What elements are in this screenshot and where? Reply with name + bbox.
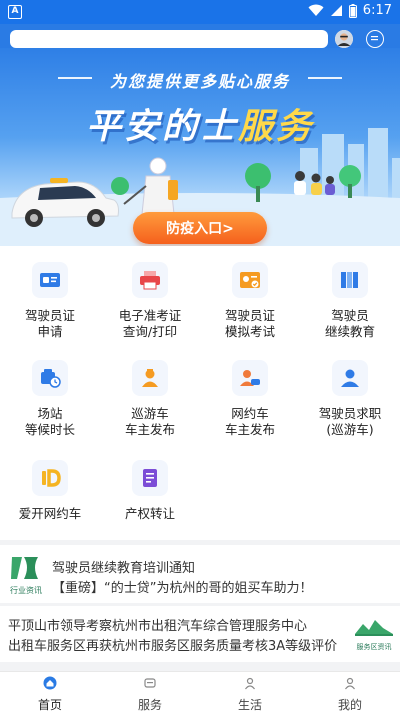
tab-service[interactable]: 服务 — [100, 676, 200, 711]
service-cruise-taxi-owner-post[interactable]: 巡游车 车主发布 — [100, 360, 200, 438]
service-ikai-ride-hailing[interactable]: 爱开网约车 — [0, 460, 100, 522]
service-area-logo-label: 服务区资讯 — [356, 643, 392, 651]
status-time: 6:17 — [362, 3, 392, 18]
service-e-admission-print[interactable]: 电子准考证 查询/打印 — [100, 262, 200, 340]
title-transfer-icon — [132, 460, 168, 496]
service-label: 驾驶员 继续教育 — [324, 308, 375, 339]
profile-icon — [345, 677, 355, 690]
exam-card-icon — [232, 262, 268, 298]
message-button[interactable] — [366, 30, 384, 48]
life-icon — [245, 677, 255, 690]
service-label: 爱开网约车 — [18, 506, 82, 521]
service-station-wait-time[interactable]: 场站 等候时长 — [0, 360, 100, 438]
ikai-logo-icon — [32, 460, 68, 496]
signal-icon — [330, 5, 342, 16]
tab-label: 首页 — [37, 698, 62, 711]
battery-icon — [348, 3, 357, 18]
tab-label: 我的 — [337, 698, 362, 711]
epidemic-prevention-button[interactable]: 防疫入口> — [133, 212, 267, 244]
tab-home[interactable]: 首页 — [0, 676, 100, 711]
service-driver-job-seeking[interactable]: 驾驶员求职 (巡游车) — [300, 360, 400, 438]
promo-banner[interactable]: 为您提供更多贴心服务 平安的士服务 防疫入口> — [0, 48, 400, 246]
station-wait-icon — [32, 360, 68, 396]
printer-icon — [132, 262, 168, 298]
service-label: 驾驶员证 申请 — [24, 308, 75, 339]
taxi-driver-icon — [132, 360, 168, 396]
service-title-transfer[interactable]: 产权转让 — [100, 460, 200, 522]
service-label: 驾驶员证 模拟考试 — [224, 308, 275, 339]
service-label: 驾驶员求职 (巡游车) — [318, 406, 382, 437]
service-icon — [144, 678, 156, 688]
service-label: 场站 等候时长 — [24, 406, 75, 437]
wifi-icon — [308, 4, 324, 16]
services-grid: 驾驶员证 申请 电子准考证 查询/打印 驾驶员证 模拟考试 驾驶员 继续教育 场… — [0, 246, 400, 540]
tab-label: 服务 — [137, 698, 162, 711]
job-seeker-icon — [332, 360, 368, 396]
service-label: 电子准考证 查询/打印 — [118, 308, 182, 339]
industry-news-badge: 行业资讯 — [10, 586, 42, 595]
bottom-tab-bar: 首页 服务 生活 我的 — [0, 671, 400, 711]
tab-label: 生活 — [237, 698, 262, 711]
tab-life[interactable]: 生活 — [200, 676, 300, 711]
home-icon — [43, 676, 57, 690]
service-mock-exam[interactable]: 驾驶员证 模拟考试 — [200, 262, 300, 340]
avatar[interactable] — [335, 30, 353, 48]
news-item-1[interactable]: 驾驶员继续教育培训通知 — [52, 557, 195, 576]
service-area-news-panel[interactable]: 平顶山市领导考察杭州市出租汽车综合管理服务中心 出租车服务区再获杭州市服务区服务… — [0, 606, 400, 662]
app-indicator-icon: A — [8, 5, 22, 19]
service-continuing-education[interactable]: 驾驶员 继续教育 — [300, 262, 400, 340]
news-item-2[interactable]: 【重磅】“的士贷”为杭州的哥的姐买车助力！ — [52, 577, 312, 596]
search-input[interactable] — [10, 30, 328, 48]
driver-license-icon — [32, 262, 68, 298]
status-bar: A 6:17 — [0, 0, 400, 24]
service-ride-hailing-owner-post[interactable]: 网约车 车主发布 — [200, 360, 300, 438]
avatar-icon — [335, 30, 353, 48]
service-label: 巡游车 车主发布 — [124, 406, 175, 437]
industry-news-panel[interactable]: 行业资讯 驾驶员继续教育培训通知 【重磅】“的士贷”为杭州的哥的姐买车助力！ — [0, 545, 400, 603]
news-item-4[interactable]: 出租车服务区再获杭州市服务区服务质量考核3A等级评价 — [8, 635, 337, 654]
news-item-3[interactable]: 平顶山市领导考察杭州市出租汽车综合管理服务中心 — [8, 615, 307, 634]
ride-hailing-driver-icon — [232, 360, 268, 396]
service-area-logo-icon — [355, 620, 393, 636]
service-label: 网约车 车主发布 — [224, 406, 275, 437]
tab-profile[interactable]: 我的 — [300, 676, 400, 711]
service-label: 产权转让 — [124, 506, 175, 521]
industry-news-logo-icon — [11, 557, 38, 579]
service-driver-license-apply[interactable]: 驾驶员证 申请 — [0, 262, 100, 340]
message-icon — [371, 36, 378, 41]
books-icon — [332, 262, 368, 298]
